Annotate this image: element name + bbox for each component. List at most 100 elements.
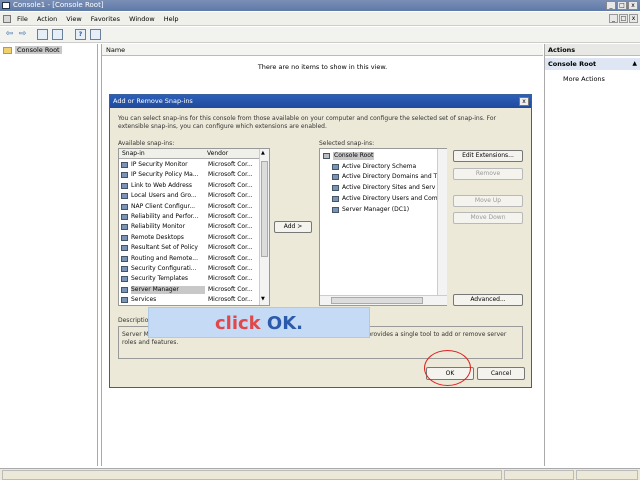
actions-header: Actions (545, 44, 640, 56)
doc-close-button[interactable]: x (629, 14, 638, 23)
snapin-vendor: Microsoft Cor... (208, 161, 253, 168)
scroll-thumb[interactable] (261, 161, 268, 257)
edit-extensions-button[interactable]: Edit Extensions... (453, 150, 523, 162)
available-snapin-row[interactable]: Reliability Monitor Microsoft Cor... (120, 222, 259, 232)
available-snapin-row[interactable]: IP Security Policy Ma... Microsoft Cor... (120, 170, 259, 180)
snapin-icon (121, 172, 128, 179)
selected-list-hscrollbar[interactable] (320, 295, 447, 305)
forward-arrow-icon[interactable]: ⇨ (17, 29, 28, 40)
snapin-icon (332, 163, 339, 170)
selected-list-vscrollbar[interactable] (437, 149, 447, 295)
menu-items: File Action View Favorites Window Help (17, 15, 179, 23)
column-vendor[interactable]: Vendor (207, 150, 228, 158)
show-hide-tree-icon[interactable] (37, 29, 48, 40)
maximize-button[interactable]: □ (617, 1, 627, 10)
minimize-button[interactable]: _ (606, 1, 616, 10)
folder-icon (323, 153, 330, 159)
available-snapin-row[interactable]: Server Manager Microsoft Cor... (120, 285, 259, 295)
action-pane-icon[interactable] (90, 29, 101, 40)
callout-word-ok: OK. (266, 313, 304, 334)
actions-pane: Actions Console Root ▲ More Actions (544, 44, 640, 466)
doc-minimize-button[interactable]: _ (609, 14, 618, 23)
snapin-name: Local Users and Gro... (131, 192, 197, 200)
menu-window[interactable]: Window (129, 15, 155, 23)
window-title: Console1 - [Console Root] (13, 1, 104, 9)
remove-button[interactable]: Remove (453, 168, 523, 180)
document-controls: _ □ x (609, 14, 638, 23)
snapin-vendor: Microsoft Cor... (208, 296, 253, 304)
snapin-name: NAP Client Configur... (131, 202, 196, 210)
available-snapin-row[interactable]: Remote Desktops Microsoft Cor... (120, 233, 259, 243)
selected-snapins-list[interactable]: Console Root Active Directory Schema Activ… (319, 148, 447, 306)
available-snapin-row[interactable]: Local Users and Gro... Microsoft Cor... (120, 191, 259, 201)
available-snapin-row[interactable]: Security Templates Microsoft Cor... (120, 274, 259, 284)
advanced-button[interactable]: Advanced... (453, 294, 523, 306)
doc-restore-button[interactable]: □ (619, 14, 628, 23)
snapin-vendor: Microsoft Cor... (208, 223, 253, 231)
menu-view[interactable]: View (66, 15, 81, 23)
move-down-button[interactable]: Move Down (453, 212, 523, 224)
snapin-name: IP Security Policy Ma... (131, 171, 199, 179)
column-snapin[interactable]: Snap-in (122, 150, 145, 158)
scroll-up-icon[interactable]: ▲ (261, 150, 265, 156)
move-up-button[interactable]: Move Up (453, 195, 523, 207)
status-panel-main (2, 470, 502, 480)
snapin-name: Reliability and Perfor... (131, 213, 199, 220)
available-snapin-row[interactable]: Services Microsoft Cor... (120, 295, 259, 305)
snapin-vendor: Microsoft Cor... (208, 192, 253, 200)
snapin-icon (121, 193, 128, 200)
snapin-icon (121, 245, 128, 252)
console-doc-icon[interactable] (3, 15, 11, 23)
snapin-name: Link to Web Address (131, 181, 193, 189)
available-snapins-label: Available snap-ins: (118, 140, 175, 147)
back-arrow-icon[interactable]: ⇦ (4, 29, 15, 40)
snapin-icon (121, 182, 128, 189)
dialog-title: Add or Remove Snap-ins (113, 97, 193, 105)
console-view-icon[interactable] (52, 29, 63, 40)
available-snapins-list[interactable]: Snap-in Vendor IP Security Monitor Micros… (118, 148, 270, 306)
available-snapin-row[interactable]: Link to Web Address Microsoft Cor... (120, 181, 259, 191)
snapin-icon (121, 234, 128, 241)
snapin-icon (121, 255, 128, 262)
snapin-vendor: Microsoft Cor... (208, 275, 253, 283)
snapin-icon (121, 203, 128, 210)
actions-title: Actions (548, 46, 576, 54)
help-icon[interactable]: ? (75, 29, 86, 40)
snapin-vendor: Microsoft Cor... (208, 181, 253, 189)
close-button[interactable]: x (628, 1, 638, 10)
actions-section-console-root[interactable]: Console Root ▲ (545, 58, 640, 70)
available-snapin-row[interactable]: Resultant Set of Policy Microsoft Cor... (120, 243, 259, 253)
available-list-header: Snap-in Vendor (119, 149, 269, 159)
menu-bar: File Action View Favorites Window Help _… (0, 12, 640, 26)
dialog-close-button[interactable]: x (519, 97, 529, 106)
toolbar: ⇦ ⇨ ? (0, 27, 640, 43)
more-actions-link[interactable]: More Actions (563, 75, 605, 83)
menu-action[interactable]: Action (37, 15, 57, 23)
available-snapin-row[interactable]: Routing and Remote... Microsoft Cor... (120, 254, 259, 264)
tree-item-console-root[interactable]: Console Root (3, 46, 62, 54)
available-snapin-row[interactable]: Security Configurati... Microsoft Cor... (120, 264, 259, 274)
folder-icon (3, 46, 12, 54)
available-snapin-row[interactable]: Reliability and Perfor... Microsoft Cor..… (120, 212, 259, 222)
snapin-vendor: Microsoft Cor... (208, 254, 253, 262)
empty-message: There are no items to show in this view. (257, 63, 388, 71)
tree-item-label: Console Root (15, 46, 62, 54)
available-snapin-row[interactable]: IP Security Monitor Microsoft Cor... (120, 160, 259, 170)
available-list-scrollbar[interactable]: ▲ ▼ (259, 149, 269, 305)
snapin-icon (121, 214, 128, 220)
menu-help[interactable]: Help (164, 15, 179, 23)
snapin-icon (332, 185, 339, 192)
cancel-button[interactable]: Cancel (477, 367, 525, 380)
menu-favorites[interactable]: Favorites (91, 15, 120, 23)
snapin-name: Services (131, 296, 157, 304)
scroll-down-icon[interactable]: ▼ (261, 296, 265, 302)
menu-file[interactable]: File (17, 15, 28, 23)
snapin-vendor: Microsoft Cor... (208, 285, 253, 293)
add-button[interactable]: Add > (274, 221, 312, 233)
column-header[interactable]: Name (102, 44, 543, 56)
available-snapin-row[interactable]: NAP Client Configur... Microsoft Cor... (120, 202, 259, 212)
collapse-up-icon[interactable]: ▲ (632, 60, 637, 68)
snapin-name: Routing and Remote... (131, 254, 198, 262)
hscroll-thumb[interactable] (331, 297, 423, 304)
highlight-circle (424, 350, 471, 386)
